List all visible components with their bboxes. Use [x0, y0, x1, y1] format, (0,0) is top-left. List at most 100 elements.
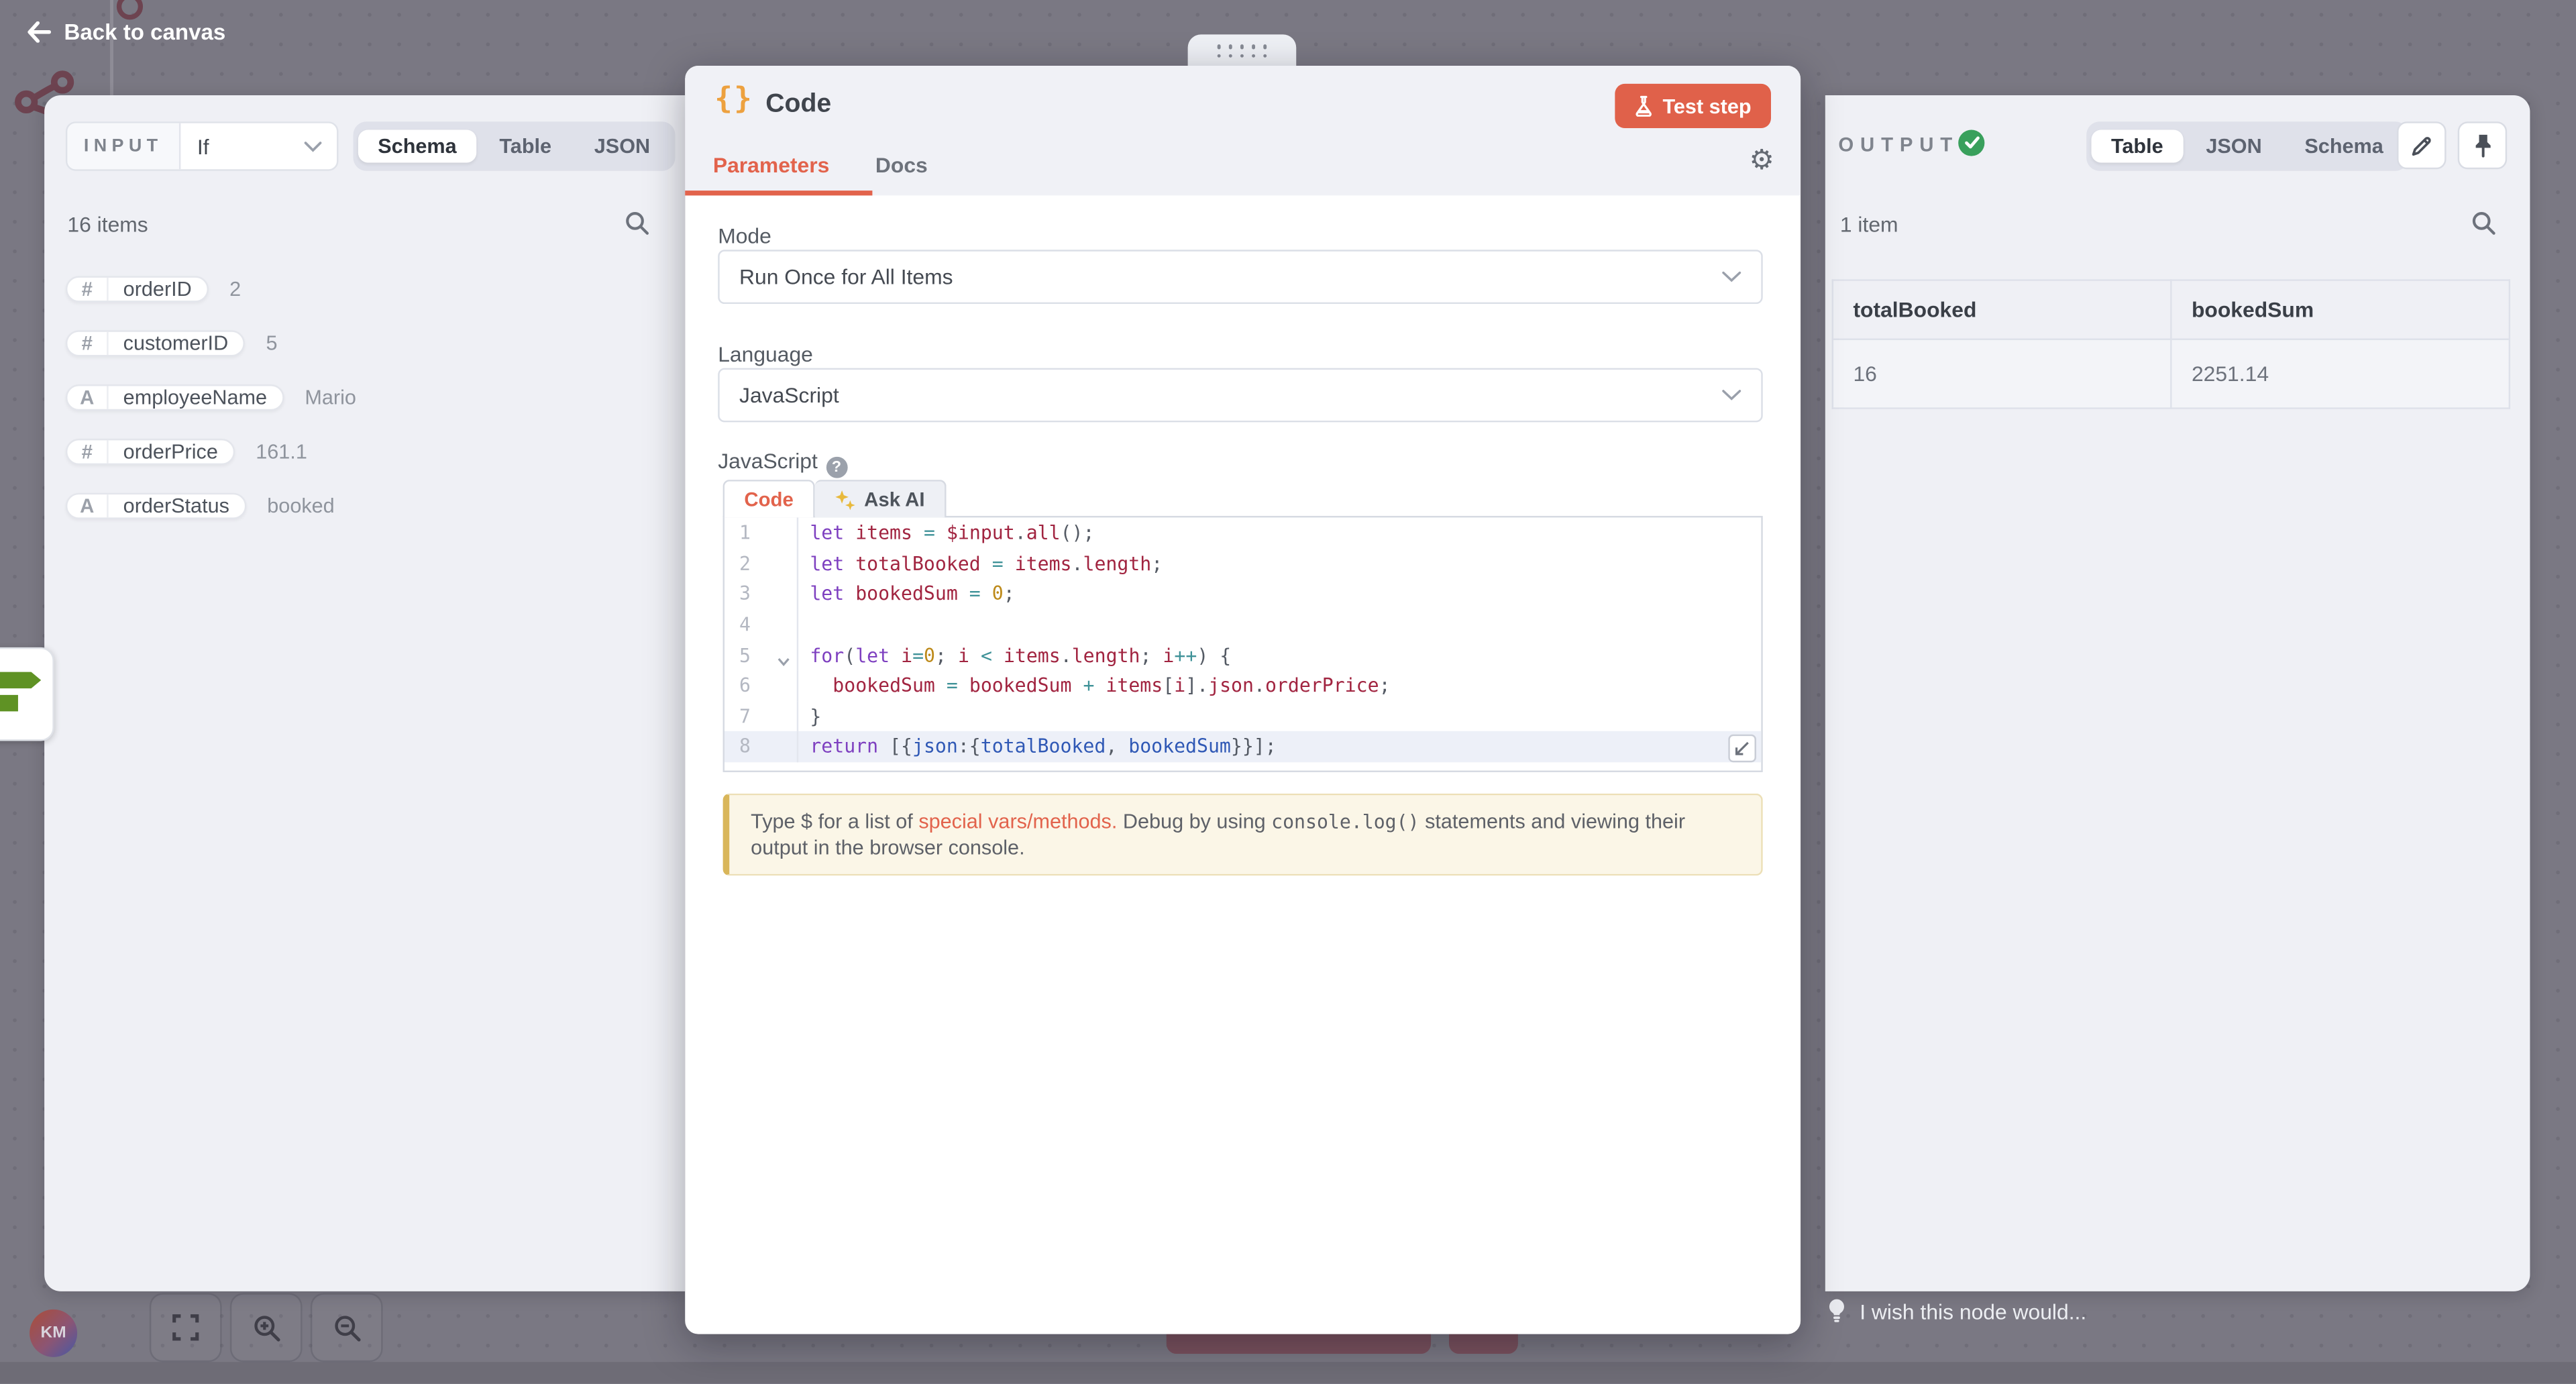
dialog-tabs: Parameters Docs — [713, 153, 928, 178]
tab-docs[interactable]: Docs — [875, 153, 928, 178]
expand-editor-icon[interactable] — [1728, 734, 1756, 762]
schema-field-row: #orderPrice 161.1 — [66, 431, 356, 474]
code-line[interactable]: 7} — [724, 701, 1761, 732]
line-number: 3 — [724, 582, 751, 605]
zoom-out-button[interactable] — [311, 1293, 383, 1362]
special-vars-link[interactable]: special vars/methods. — [918, 810, 1117, 833]
input-tab-json[interactable]: JSON — [574, 129, 669, 162]
output-tab-json[interactable]: JSON — [2186, 129, 2282, 162]
code-line[interactable]: 3let bookedSum = 0; — [724, 578, 1761, 609]
input-tab-table[interactable]: Table — [480, 129, 571, 162]
test-step-button[interactable]: Test step — [1615, 84, 1771, 128]
editor-hint: Type $ for a list of special vars/method… — [723, 794, 1763, 875]
number-type-icon: # — [67, 278, 108, 301]
dimmed-canvas-button-small — [1449, 1334, 1518, 1354]
schema-field-pill[interactable]: AemployeeName — [66, 384, 284, 411]
output-tab-schema[interactable]: Schema — [2285, 129, 2403, 162]
input-search-icon[interactable] — [625, 210, 651, 236]
gear-icon[interactable]: ⚙ — [1750, 148, 1774, 176]
schema-field-name: orderID — [109, 278, 207, 301]
code-text: return [{json:{totalBooked, bookedSum}}]… — [798, 735, 1276, 758]
output-column-header: bookedSum — [2171, 280, 2509, 339]
tab-parameters[interactable]: Parameters — [713, 153, 829, 178]
back-to-canvas-button[interactable]: Back to canvas — [26, 19, 225, 44]
schema-field-pill[interactable]: #customerID — [66, 330, 245, 356]
line-gutter: 5 — [724, 640, 798, 671]
output-table-cell: 2251.14 — [2171, 339, 2509, 409]
schema-field-row: AemployeeName Mario — [66, 376, 356, 419]
input-node-select-value: If — [180, 134, 304, 159]
input-panel: INPUT If Schema Table JSON 16 items #ord… — [44, 95, 685, 1291]
line-number: 8 — [724, 735, 751, 758]
wish-feedback-button[interactable]: I wish this node would... — [1827, 1298, 2086, 1324]
language-select[interactable]: JavaScript — [718, 368, 1763, 423]
editor-tabs: Code Ask AI — [723, 480, 947, 517]
output-search-icon[interactable] — [2471, 210, 2497, 236]
output-table-cell: 16 — [1833, 339, 2171, 409]
avatar-initials: KM — [41, 1324, 66, 1342]
schema-field-pill[interactable]: #orderID — [66, 276, 208, 302]
code-line[interactable]: 6 bookedSum = bookedSum + items[i].json.… — [724, 670, 1761, 701]
schema-field-pill[interactable]: #orderPrice — [66, 439, 234, 465]
editor-tab-code[interactable]: Code — [723, 480, 815, 517]
output-column-header: totalBooked — [1833, 280, 2171, 339]
chevron-down-icon — [304, 140, 322, 152]
line-number: 1 — [724, 521, 751, 544]
code-text: let items = $input.all(); — [798, 521, 1094, 544]
arrow-left-icon — [26, 21, 51, 43]
input-node-select[interactable]: INPUT If — [66, 121, 339, 170]
mode-label: Mode — [718, 223, 771, 248]
code-line[interactable]: 8 return [{json:{totalBooked, bookedSum}}… — [724, 731, 1761, 762]
zoom-in-button[interactable] — [230, 1293, 303, 1362]
user-avatar[interactable]: KM — [30, 1310, 77, 1357]
schema-field-row: #customerID 5 — [66, 322, 356, 365]
code-text: } — [798, 704, 821, 727]
test-step-label: Test step — [1662, 95, 1751, 117]
hint-code: console.log() — [1271, 810, 1419, 833]
line-gutter: 4 — [724, 609, 798, 640]
schema-field-pill[interactable]: AorderStatus — [66, 493, 246, 519]
schema-field-row: #orderID 2 — [66, 268, 356, 311]
drag-dots-icon — [1217, 44, 1268, 58]
code-line[interactable]: 4 — [724, 609, 1761, 640]
schema-field-value: Mario — [305, 386, 356, 409]
output-tab-table[interactable]: Table — [2092, 129, 2183, 162]
hint-prefix: Type $ for a list of — [751, 810, 918, 833]
zoom-out-icon — [333, 1314, 361, 1342]
schema-field-name: customerID — [109, 332, 244, 355]
input-tab-schema[interactable]: Schema — [358, 129, 476, 162]
number-type-icon: # — [67, 332, 108, 355]
dialog-title: Code — [765, 91, 831, 120]
fit-view-icon — [172, 1314, 199, 1340]
editor-tab-ask-ai[interactable]: Ask AI — [815, 480, 947, 517]
line-number: 2 — [724, 552, 751, 575]
output-items-count: 1 item — [1840, 212, 1898, 237]
input-panel-label: INPUT — [67, 123, 180, 170]
mode-select[interactable]: Run Once for All Items — [718, 250, 1763, 304]
ndv-drag-handle[interactable] — [1188, 34, 1297, 67]
help-icon[interactable]: ? — [826, 457, 847, 478]
code-text: let totalBooked = items.length; — [798, 552, 1163, 575]
edit-output-button[interactable] — [2397, 121, 2446, 169]
pin-output-button[interactable] — [2458, 121, 2507, 169]
app-viewport: Back to canvas INPUT If Schema Table JSO… — [0, 0, 2576, 1383]
string-type-icon: A — [67, 494, 108, 517]
code-editor[interactable]: 1 let items = $input.all(); 2 let totalBook… — [723, 516, 1763, 772]
code-line[interactable]: 1 let items = $input.all(); — [724, 517, 1761, 548]
code-line[interactable]: 2 let totalBooked = items.length; — [724, 548, 1761, 579]
success-check-icon — [1958, 129, 1984, 156]
schema-field-value: 5 — [266, 332, 278, 355]
input-schema-list: #orderID2#customerID5AemployeeNameMario#… — [66, 268, 356, 527]
dialog-header: {} Code Test step Parameters Docs ⚙ — [685, 66, 1801, 195]
schema-field-value: 2 — [229, 278, 241, 301]
schema-field-row: AorderStatusbooked — [66, 484, 356, 527]
fit-view-button[interactable] — [150, 1293, 222, 1362]
code-text: for(let i=0; i < items.length; i++) { — [798, 643, 1231, 666]
code-line[interactable]: 5for(let i=0; i < items.length; i++) { — [724, 640, 1761, 671]
if-node-card[interactable] — [0, 647, 54, 741]
schema-field-name: employeeName — [109, 386, 282, 409]
sparkles-icon — [835, 489, 856, 511]
schema-field-name: orderStatus — [109, 494, 244, 517]
schema-field-value: 161.1 — [256, 440, 307, 463]
line-gutter: 8 — [724, 731, 798, 762]
